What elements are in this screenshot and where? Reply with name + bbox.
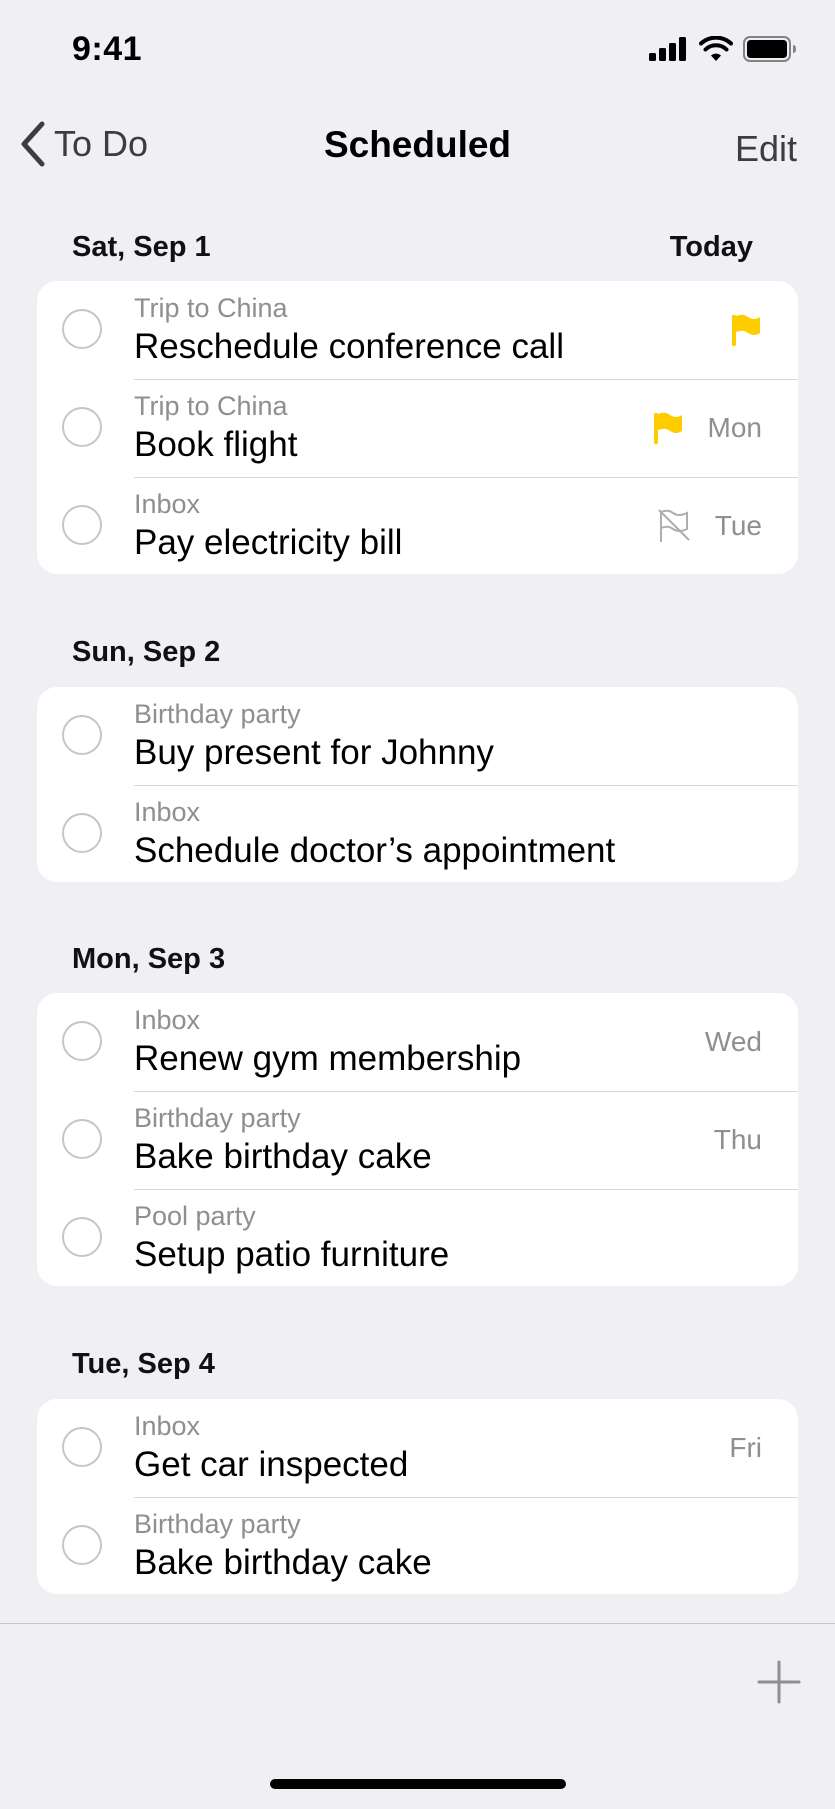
task-due-day: Mon [707, 412, 762, 443]
flag-icon[interactable] [730, 313, 762, 347]
task-project: Pool party [134, 1201, 256, 1231]
status-bar: 9:41 [0, 0, 835, 100]
section-date: Sat, Sep 1 [72, 231, 211, 263]
section-header-tue-sep-4: Tue, Sep 4 [72, 1348, 763, 1388]
task-row[interactable]: Pool party Setup patio furniture [37, 1189, 798, 1286]
task-trailing: Fri [729, 1399, 762, 1497]
section-date: Tue, Sep 4 [72, 1348, 215, 1380]
task-title: Pay electricity bill [134, 523, 403, 562]
task-project: Birthday party [134, 1103, 301, 1133]
task-list-tue-sep-4: Inbox Get car inspected Fri Birthday par… [37, 1399, 798, 1594]
task-row[interactable]: Inbox Get car inspected Fri [37, 1399, 798, 1497]
task-row[interactable]: Birthday party Bake birthday cake [37, 1497, 798, 1594]
flag-icon[interactable] [652, 411, 684, 445]
task-project: Inbox [134, 1411, 201, 1441]
cellular-signal-icon [649, 37, 686, 61]
task-project: Trip to China [134, 293, 288, 323]
chevron-left-icon [21, 121, 45, 167]
task-row[interactable]: Inbox Schedule doctor’s appointment [37, 785, 798, 882]
section-header-sat-sep-1: Sat, Sep 1 Today [72, 231, 763, 271]
complete-checkbox[interactable] [62, 1525, 102, 1565]
task-due-day: Thu [713, 1124, 762, 1155]
navigation-bar: To Do Scheduled Edit [0, 110, 835, 186]
task-list-sun-sep-2: Birthday party Buy present for Johnny In… [37, 687, 798, 882]
task-title: Bake birthday cake [134, 1137, 432, 1176]
task-title: Setup patio furniture [134, 1235, 450, 1274]
section-date: Mon, Sep 3 [72, 943, 226, 975]
task-trailing: Tue [657, 477, 762, 574]
complete-checkbox[interactable] [62, 813, 102, 853]
task-row[interactable]: Birthday party Bake birthday cake Thu [37, 1091, 798, 1189]
section-date: Sun, Sep 2 [72, 636, 221, 668]
task-due-day: Fri [729, 1432, 762, 1463]
task-project: Birthday party [134, 699, 301, 729]
task-row[interactable]: Trip to China Reschedule conference call [37, 281, 798, 379]
battery-icon [743, 36, 796, 62]
back-button[interactable]: To Do [18, 120, 148, 168]
toolbar-divider [0, 1623, 835, 1624]
unflag-icon[interactable] [657, 508, 691, 544]
task-title: Bake birthday cake [134, 1543, 432, 1582]
section-header-sun-sep-2: Sun, Sep 2 [72, 636, 763, 676]
task-due-day: Wed [704, 1026, 762, 1057]
complete-checkbox[interactable] [62, 1427, 102, 1467]
section-today-label: Today [669, 231, 753, 263]
task-title: Get car inspected [134, 1445, 409, 1484]
task-list-sat-sep-1: Trip to China Reschedule conference call… [37, 281, 798, 574]
task-title: Buy present for Johnny [134, 733, 494, 772]
status-icons [649, 36, 797, 62]
task-project: Inbox [134, 797, 201, 827]
task-due-day: Tue [714, 510, 762, 541]
plus-icon[interactable] [757, 1660, 801, 1704]
task-trailing: Mon [652, 379, 762, 477]
task-row[interactable]: Inbox Renew gym membership Wed [37, 993, 798, 1091]
task-title: Reschedule conference call [134, 327, 564, 366]
task-project: Birthday party [134, 1509, 301, 1539]
complete-checkbox[interactable] [62, 407, 102, 447]
back-button-label: To Do [54, 123, 149, 164]
task-row[interactable]: Trip to China Book flight Mon [37, 379, 798, 477]
complete-checkbox[interactable] [62, 1119, 102, 1159]
task-project: Trip to China [134, 391, 288, 421]
task-trailing: Wed [705, 993, 762, 1091]
task-row[interactable]: Inbox Pay electricity bill Tue [37, 477, 798, 574]
complete-checkbox[interactable] [62, 1217, 102, 1257]
complete-checkbox[interactable] [62, 715, 102, 755]
wifi-icon [699, 36, 733, 61]
section-header-mon-sep-3: Mon, Sep 3 [72, 943, 763, 983]
task-trailing [730, 281, 762, 379]
task-title: Renew gym membership [134, 1039, 522, 1078]
task-project: Inbox [134, 1005, 201, 1035]
complete-checkbox[interactable] [62, 505, 102, 545]
task-project: Inbox [134, 489, 201, 519]
home-indicator[interactable] [270, 1779, 566, 1789]
task-trailing: Thu [714, 1091, 762, 1189]
complete-checkbox[interactable] [62, 309, 102, 349]
edit-button[interactable]: Edit [735, 128, 797, 170]
complete-checkbox[interactable] [62, 1021, 102, 1061]
task-title: Book flight [134, 425, 298, 464]
task-list-mon-sep-3: Inbox Renew gym membership Wed Birthday … [37, 993, 798, 1286]
status-time: 9:41 [72, 30, 143, 68]
task-row[interactable]: Birthday party Buy present for Johnny [37, 687, 798, 785]
task-title: Schedule doctor’s appointment [134, 831, 616, 870]
